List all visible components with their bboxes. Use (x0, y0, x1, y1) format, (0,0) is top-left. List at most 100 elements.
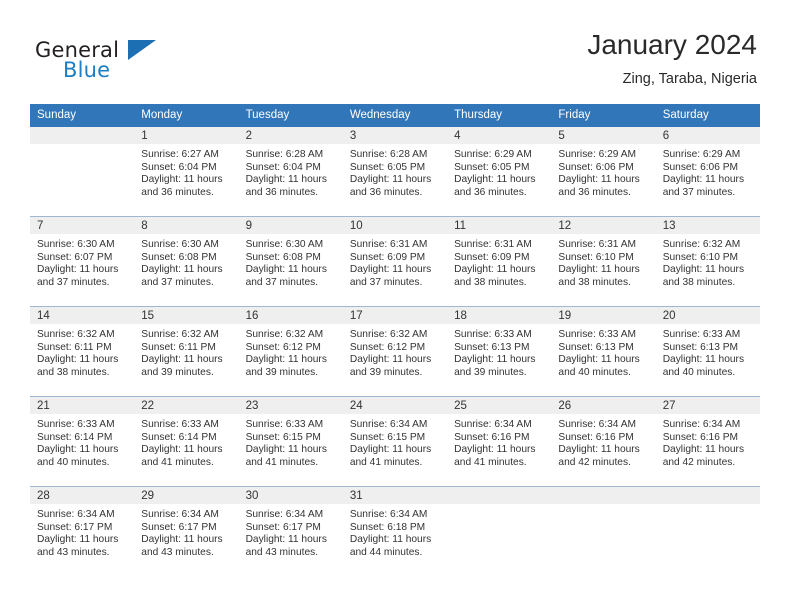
day-cell[interactable]: 7 Sunrise: 6:30 AM Sunset: 6:07 PM Daylight… (30, 217, 135, 306)
daylight-duration-line1: Daylight: 11 hours (245, 534, 327, 546)
day-cell[interactable]: 2 Sunrise: 6:28 AM Sunset: 6:04 PM Daylight… (238, 127, 343, 216)
day-cell[interactable]: 23 Sunrise: 6:33 AM Sunset: 6:15 PM Dayligh… (238, 397, 343, 486)
day-number: 20 (655, 307, 760, 324)
calendar-week-row: 7 Sunrise: 6:30 AM Sunset: 6:07 PM Daylight… (30, 216, 760, 307)
general-blue-logo[interactable]: General Blue (35, 38, 215, 88)
day-number: 16 (238, 307, 343, 324)
day-cell[interactable]: 4 Sunrise: 6:29 AM Sunset: 6:05 PM Daylight… (447, 127, 552, 216)
day-number: 3 (342, 127, 448, 144)
day-cell[interactable]: 14 Sunrise: 6:32 AM Sunset: 6:11 PM Dayligh… (30, 307, 135, 396)
calendar-cell: 30 Sunrise: 6:34 AM Sunset: 6:17 PM Dayligh… (238, 486, 343, 576)
daylight-duration-line2: and 43 minutes. (245, 546, 319, 558)
day-cell[interactable]: 10 Sunrise: 6:31 AM Sunset: 6:09 PM Dayligh… (342, 217, 448, 306)
daylight-duration-line2: and 39 minutes. (454, 366, 527, 378)
daylight-duration-line1: Daylight: 11 hours (245, 444, 327, 456)
calendar-body: 1 Sunrise: 6:27 AM Sunset: 6:04 PM Daylight… (30, 127, 760, 576)
sunset-time: Sunset: 6:07 PM (37, 251, 113, 263)
sunset-time: Sunset: 6:16 PM (454, 431, 530, 443)
sunrise-time: Sunrise: 6:34 AM (558, 419, 636, 430)
daylight-duration-line2: and 38 minutes. (37, 366, 110, 378)
day-details: Sunrise: 6:31 AM Sunset: 6:09 PM Daylight:… (447, 234, 551, 289)
day-number: 8 (134, 217, 239, 234)
sunrise-time: Sunrise: 6:34 AM (37, 509, 115, 520)
day-cell[interactable]: 20 Sunrise: 6:33 AM Sunset: 6:13 PM Dayligh… (655, 307, 760, 396)
sunrise-time: Sunrise: 6:34 AM (349, 419, 428, 430)
daylight-duration-line1: Daylight: 11 hours (454, 174, 536, 186)
day-cell[interactable]: 26 Sunrise: 6:34 AM Sunset: 6:16 PM Dayligh… (551, 397, 656, 486)
sunset-time: Sunset: 6:16 PM (662, 431, 739, 443)
daylight-duration-line1: Daylight: 11 hours (349, 354, 432, 366)
daylight-duration-line1: Daylight: 11 hours (141, 534, 223, 546)
sunset-time: Sunset: 6:12 PM (349, 341, 426, 353)
day-details: Sunrise: 6:33 AM Sunset: 6:13 PM Daylight:… (551, 324, 655, 379)
calendar-cell: 26 Sunrise: 6:34 AM Sunset: 6:16 PM Dayligh… (551, 396, 656, 487)
day-cell[interactable]: 28 Sunrise: 6:34 AM Sunset: 6:17 PM Dayligh… (30, 487, 135, 576)
calendar-cell: 23 Sunrise: 6:33 AM Sunset: 6:15 PM Dayligh… (238, 396, 343, 487)
day-cell[interactable]: 27 Sunrise: 6:34 AM Sunset: 6:16 PM Dayligh… (655, 397, 760, 486)
daylight-duration-line1: Daylight: 11 hours (662, 354, 745, 366)
day-cell[interactable]: 22 Sunrise: 6:33 AM Sunset: 6:14 PM Dayligh… (134, 397, 239, 486)
day-cell[interactable]: 9 Sunrise: 6:30 AM Sunset: 6:08 PM Daylight… (238, 217, 343, 306)
day-details: Sunrise: 6:33 AM Sunset: 6:14 PM Daylight:… (134, 414, 238, 469)
calendar-cell: 17 Sunrise: 6:32 AM Sunset: 6:12 PM Dayligh… (342, 306, 448, 397)
daylight-duration-line2: and 41 minutes. (245, 456, 319, 468)
sunrise-time: Sunrise: 6:33 AM (454, 329, 532, 340)
day-number: 5 (551, 127, 656, 144)
calendar-table: Sunday Monday Tuesday Wednesday Thursday… (30, 104, 760, 576)
sunset-time: Sunset: 6:06 PM (558, 161, 634, 173)
day-cell[interactable]: 21 Sunrise: 6:33 AM Sunset: 6:14 PM Dayligh… (30, 397, 135, 486)
day-details: Sunrise: 6:34 AM Sunset: 6:16 PM Daylight:… (656, 414, 760, 469)
day-cell[interactable]: 15 Sunrise: 6:32 AM Sunset: 6:11 PM Dayligh… (134, 307, 239, 396)
daylight-duration-line2: and 39 minutes. (349, 366, 423, 378)
day-cell[interactable]: 17 Sunrise: 6:32 AM Sunset: 6:12 PM Dayligh… (342, 307, 448, 396)
sunrise-time: Sunrise: 6:34 AM (454, 419, 532, 430)
sunrise-time: Sunrise: 6:33 AM (245, 419, 324, 430)
page-header: General Blue January 2024 Zing, Taraba, … (0, 0, 792, 100)
day-number: 21 (30, 397, 135, 414)
day-cell[interactable]: 6 Sunrise: 6:29 AM Sunset: 6:06 PM Daylight… (655, 127, 760, 216)
weekday-header-thursday: Thursday (447, 104, 552, 127)
day-details: Sunrise: 6:34 AM Sunset: 6:16 PM Daylight:… (551, 414, 655, 469)
day-details: Sunrise: 6:30 AM Sunset: 6:08 PM Daylight:… (134, 234, 238, 289)
day-cell[interactable]: 24 Sunrise: 6:34 AM Sunset: 6:15 PM Dayligh… (342, 397, 448, 486)
daylight-duration-line2: and 41 minutes. (454, 456, 527, 468)
day-cell[interactable]: 31 Sunrise: 6:34 AM Sunset: 6:18 PM Dayligh… (342, 487, 448, 576)
sunset-time: Sunset: 6:16 PM (558, 431, 634, 443)
page-subtitle: Zing, Taraba, Nigeria (622, 71, 757, 87)
daylight-duration-line1: Daylight: 11 hours (141, 174, 223, 186)
daylight-duration-line1: Daylight: 11 hours (558, 444, 640, 456)
day-number: 10 (342, 217, 448, 234)
daylight-duration-line1: Daylight: 11 hours (662, 174, 745, 186)
day-cell[interactable]: 18 Sunrise: 6:33 AM Sunset: 6:13 PM Dayligh… (447, 307, 552, 396)
day-cell[interactable]: 30 Sunrise: 6:34 AM Sunset: 6:17 PM Dayligh… (238, 487, 343, 576)
day-cell[interactable]: 29 Sunrise: 6:34 AM Sunset: 6:17 PM Dayligh… (134, 487, 239, 576)
day-number: 4 (447, 127, 552, 144)
sunrise-time: Sunrise: 6:33 AM (37, 419, 115, 430)
day-details: Sunrise: 6:34 AM Sunset: 6:17 PM Daylight:… (239, 504, 343, 559)
day-details: Sunrise: 6:33 AM Sunset: 6:13 PM Daylight:… (656, 324, 760, 379)
day-cell[interactable]: 3 Sunrise: 6:28 AM Sunset: 6:05 PM Daylight… (342, 127, 448, 216)
day-cell[interactable]: 13 Sunrise: 6:32 AM Sunset: 6:10 PM Dayligh… (655, 217, 760, 306)
daylight-duration-line2: and 44 minutes. (349, 546, 423, 558)
day-cell-empty (551, 487, 656, 576)
day-cell[interactable]: 1 Sunrise: 6:27 AM Sunset: 6:04 PM Daylight… (134, 127, 239, 216)
sunrise-time: Sunrise: 6:31 AM (349, 239, 428, 250)
day-cell[interactable]: 25 Sunrise: 6:34 AM Sunset: 6:16 PM Dayligh… (447, 397, 552, 486)
day-cell[interactable]: 16 Sunrise: 6:32 AM Sunset: 6:12 PM Dayligh… (238, 307, 343, 396)
calendar-week-row: 14 Sunrise: 6:32 AM Sunset: 6:11 PM Dayligh… (30, 306, 760, 397)
sunset-time: Sunset: 6:13 PM (454, 341, 530, 353)
calendar-week-row: 28 Sunrise: 6:34 AM Sunset: 6:17 PM Dayligh… (30, 486, 760, 576)
day-number: 15 (134, 307, 239, 324)
daylight-duration-line1: Daylight: 11 hours (245, 264, 327, 276)
calendar-cell: 31 Sunrise: 6:34 AM Sunset: 6:18 PM Dayligh… (342, 486, 448, 576)
day-cell[interactable]: 11 Sunrise: 6:31 AM Sunset: 6:09 PM Dayligh… (447, 217, 552, 306)
sunset-time: Sunset: 6:17 PM (245, 521, 321, 533)
day-cell[interactable]: 8 Sunrise: 6:30 AM Sunset: 6:08 PM Daylight… (134, 217, 239, 306)
sunset-time: Sunset: 6:04 PM (245, 161, 321, 173)
day-cell[interactable]: 19 Sunrise: 6:33 AM Sunset: 6:13 PM Dayligh… (551, 307, 656, 396)
daylight-duration-line2: and 39 minutes. (141, 366, 214, 378)
day-cell[interactable]: 5 Sunrise: 6:29 AM Sunset: 6:06 PM Daylight… (551, 127, 656, 216)
calendar-cell: 21 Sunrise: 6:33 AM Sunset: 6:14 PM Dayligh… (30, 396, 135, 487)
daylight-duration-line2: and 36 minutes. (558, 186, 631, 198)
day-cell[interactable]: 12 Sunrise: 6:31 AM Sunset: 6:10 PM Dayligh… (551, 217, 656, 306)
